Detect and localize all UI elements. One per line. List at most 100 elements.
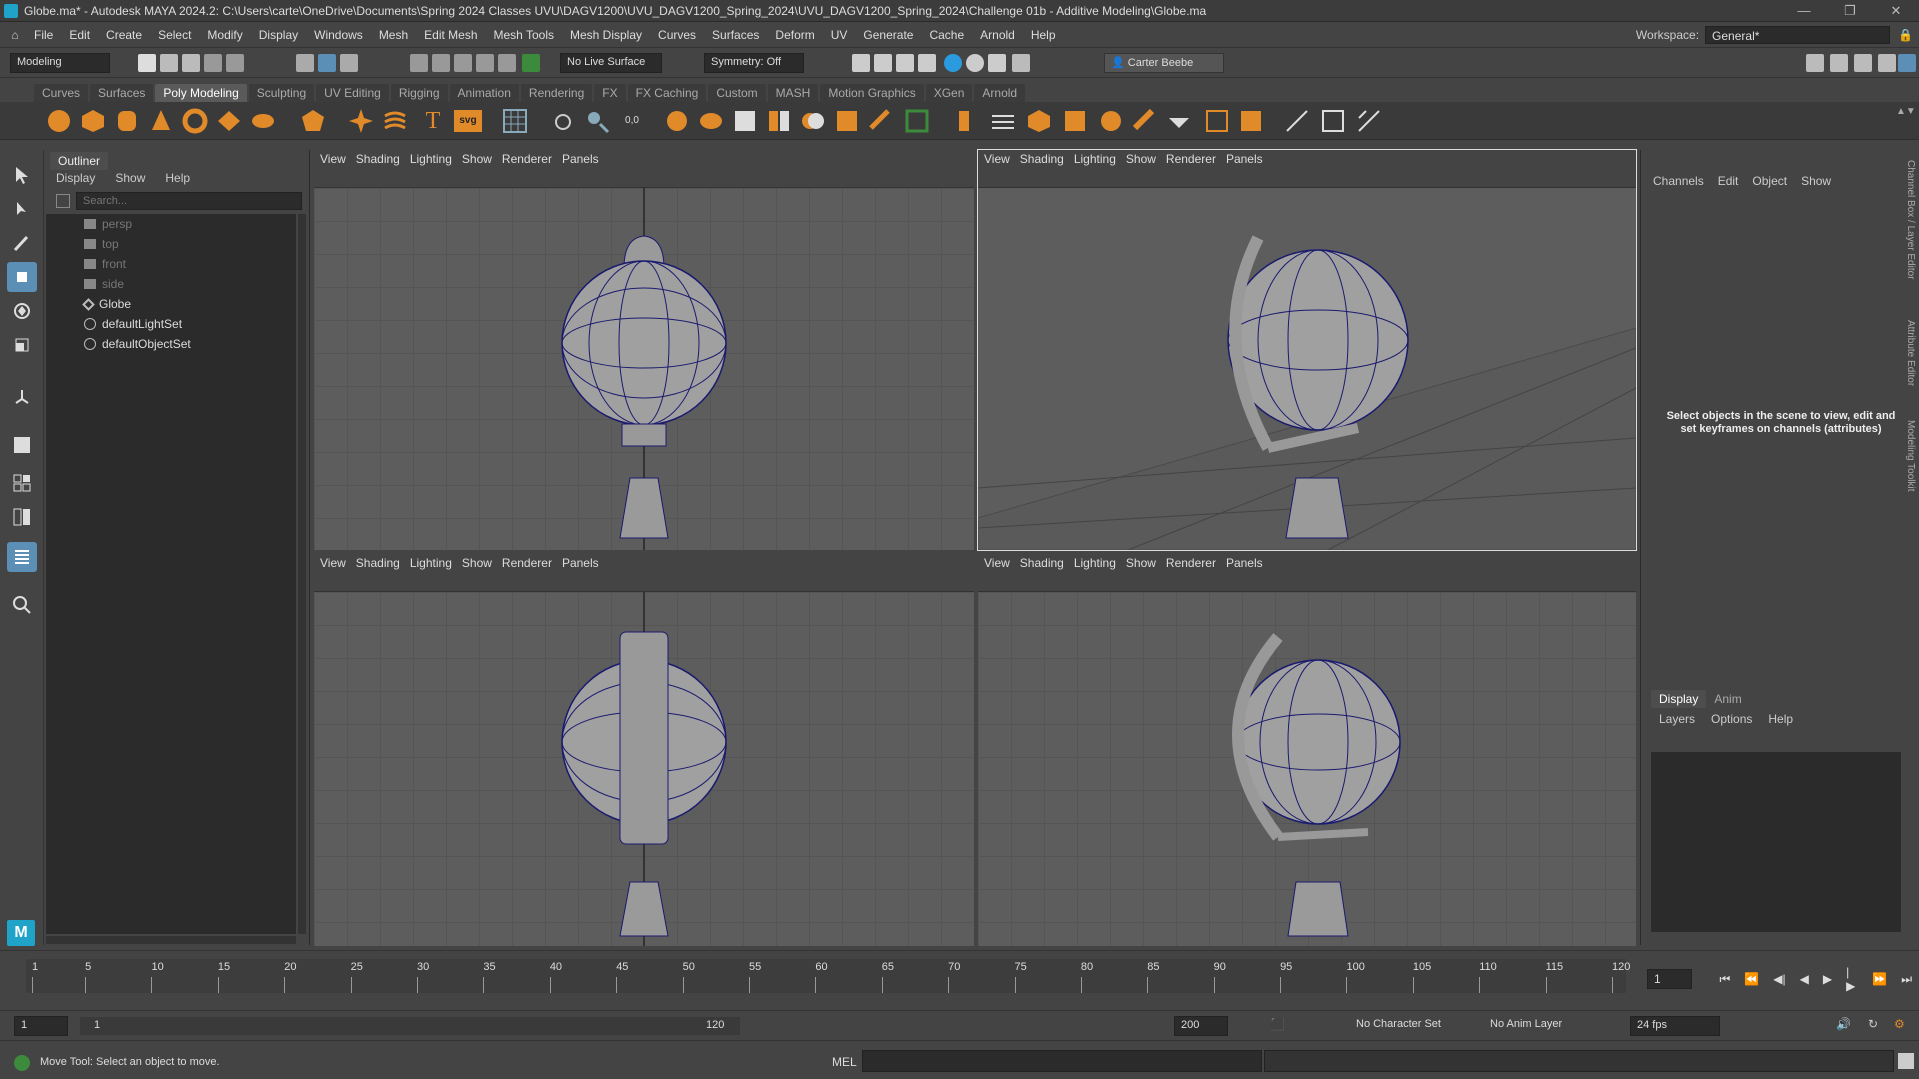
reduce-icon[interactable] — [834, 108, 860, 134]
shelf-tab-rigging[interactable]: Rigging — [390, 84, 448, 102]
menu-surfaces[interactable]: Surfaces — [704, 28, 767, 42]
render-sequence-icon[interactable] — [988, 54, 1006, 72]
menu-arnold[interactable]: Arnold — [972, 28, 1023, 42]
collapse-icon[interactable] — [1166, 108, 1192, 134]
start-time-field[interactable]: 1 — [14, 1016, 68, 1036]
shelf-scroll-icon[interactable]: ▲▼ — [1896, 106, 1916, 117]
shelf-tab-mash[interactable]: MASH — [767, 84, 819, 102]
multi-cut-icon[interactable] — [550, 108, 576, 134]
vp-menu-panels[interactable]: Panels — [562, 152, 609, 166]
shelf-tab-poly-modeling[interactable]: Poly Modeling — [155, 84, 247, 102]
vp-menu-show[interactable]: Show — [1126, 556, 1166, 570]
outliner-tab[interactable]: Outliner — [50, 152, 109, 170]
shelf-tab-motion-graphics[interactable]: Motion Graphics — [820, 84, 924, 102]
boolean-icon[interactable] — [800, 108, 826, 134]
viewport-toolbar[interactable] — [314, 168, 974, 188]
symmetry-dropdown[interactable]: Symmetry: Off — [704, 53, 804, 73]
select-object-icon[interactable] — [318, 54, 336, 72]
append-icon[interactable] — [1062, 108, 1088, 134]
lock-icon[interactable]: 🔒 — [1898, 28, 1913, 42]
shelf-tab-surfaces[interactable]: Surfaces — [90, 84, 154, 102]
extrude-icon[interactable] — [954, 108, 980, 134]
separate-icon[interactable] — [698, 108, 724, 134]
time-ruler[interactable]: 1 5 10 15 20 25 30 35 40 45 50 55 60 65 70 75 80 85 90 95 10… — [26, 959, 1630, 993]
viewport-side[interactable]: View Shading Lighting Show Renderer Pane… — [314, 554, 974, 946]
target-weld-icon[interactable] — [584, 108, 610, 134]
move-tool-icon[interactable] — [7, 262, 37, 292]
outliner-item-top[interactable]: top — [46, 234, 296, 254]
poly-cube-icon[interactable] — [80, 108, 106, 134]
vp-menu-lighting[interactable]: Lighting — [1074, 556, 1126, 570]
scale-tool-icon[interactable] — [7, 330, 37, 360]
outliner-item-front[interactable]: front — [46, 254, 296, 274]
search-icon[interactable] — [7, 590, 37, 620]
menu-generate[interactable]: Generate — [855, 28, 921, 42]
merge-icon[interactable] — [1132, 108, 1158, 134]
poly-sphere-icon[interactable] — [46, 108, 72, 134]
sound-icon[interactable]: 🔊 — [1836, 1017, 1851, 1031]
vp-menu-lighting[interactable]: Lighting — [410, 556, 462, 570]
fill-hole-icon[interactable] — [1098, 108, 1124, 134]
bridge-icon[interactable] — [990, 108, 1016, 134]
open-scene-icon[interactable] — [160, 54, 178, 72]
remesh-icon[interactable] — [868, 108, 894, 134]
svg-tool-icon[interactable]: svg — [454, 110, 482, 132]
poly-plane-icon[interactable] — [216, 108, 242, 134]
arnold-render-icon[interactable] — [966, 54, 984, 72]
new-scene-icon[interactable] — [138, 54, 156, 72]
tool-settings-icon[interactable] — [1854, 54, 1872, 72]
menu-file[interactable]: File — [26, 28, 61, 42]
undo-icon[interactable] — [204, 54, 222, 72]
step-back-key-icon[interactable]: ⏪ — [1744, 972, 1759, 986]
uv-planar-icon[interactable] — [1320, 108, 1346, 134]
channel-box-toggle-icon[interactable] — [1878, 54, 1896, 72]
lasso-tool-icon[interactable] — [7, 194, 37, 224]
outliner-menu-show[interactable]: Show — [105, 170, 155, 188]
smooth-icon[interactable] — [732, 108, 758, 134]
hypershade-icon[interactable] — [944, 54, 962, 72]
pause-ipr-icon[interactable] — [1012, 54, 1030, 72]
workspace-dropdown[interactable]: General* — [1705, 25, 1891, 44]
save-scene-icon[interactable] — [182, 54, 200, 72]
outliner-item-defaultobjectset[interactable]: defaultObjectSet — [46, 334, 296, 354]
select-tool-icon[interactable] — [7, 160, 37, 190]
viewport-persp-2[interactable]: View Shading Lighting Show Renderer Pane… — [978, 554, 1636, 946]
modeling-toolkit-icon[interactable] — [1806, 54, 1824, 72]
mel-command-input[interactable] — [862, 1050, 1262, 1072]
viewport-toolbar[interactable] — [978, 572, 1636, 592]
create-polygon-icon[interactable] — [502, 108, 528, 134]
rotate-tool-icon[interactable] — [7, 296, 37, 326]
layer-tab-anim[interactable]: Anim — [1706, 690, 1749, 708]
outliner-layout-icon[interactable] — [7, 542, 37, 572]
poly-cone-icon[interactable] — [148, 108, 174, 134]
two-view-layout-icon[interactable] — [7, 502, 37, 532]
ipr-render-icon[interactable] — [896, 54, 914, 72]
vp-menu-show[interactable]: Show — [1126, 152, 1166, 166]
render-frame-icon[interactable] — [874, 54, 892, 72]
channel-edit-menu[interactable]: Edit — [1714, 174, 1749, 188]
menu-mesh[interactable]: Mesh — [371, 28, 416, 42]
menu-curves[interactable]: Curves — [650, 28, 704, 42]
menu-cache[interactable]: Cache — [921, 28, 972, 42]
go-to-start-icon[interactable]: ⏮ — [1719, 972, 1730, 987]
single-view-layout-icon[interactable] — [7, 430, 37, 460]
current-frame-field[interactable]: 1 — [1647, 969, 1693, 989]
minimize-button[interactable]: — — [1781, 3, 1827, 19]
vp-menu-lighting[interactable]: Lighting — [410, 152, 462, 166]
loop-icon[interactable]: ↻ — [1868, 1017, 1878, 1031]
shelf-tab-sculpting[interactable]: Sculpting — [248, 84, 315, 102]
range-bar[interactable]: 1 120 — [80, 1017, 740, 1035]
menu-select[interactable]: Select — [150, 28, 199, 42]
play-backward-icon[interactable]: ◀ — [1800, 972, 1809, 986]
vp-menu-view[interactable]: View — [984, 556, 1020, 570]
side-tab-attribute-editor[interactable]: Attribute Editor — [1905, 320, 1916, 386]
attribute-editor-icon[interactable] — [1830, 54, 1848, 72]
last-tool-icon[interactable] — [7, 382, 37, 412]
shelf-tab-fx[interactable]: FX — [594, 84, 626, 102]
step-forward-frame-icon[interactable]: |▶︎ — [1846, 965, 1858, 993]
viewport-toolbar[interactable] — [978, 168, 1636, 188]
wedge-icon[interactable] — [1238, 108, 1264, 134]
poly-torus-icon[interactable] — [182, 108, 208, 134]
vp-menu-shading[interactable]: Shading — [356, 152, 410, 166]
select-component-icon[interactable] — [340, 54, 358, 72]
